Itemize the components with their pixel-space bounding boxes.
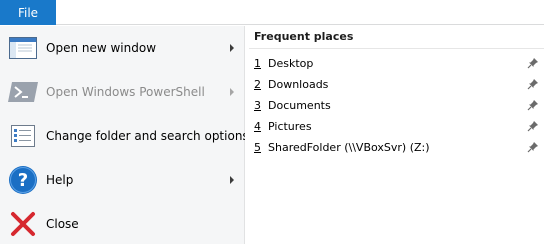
place-item-desktop[interactable]: 1 Desktop <box>249 53 544 74</box>
folder-options-label: Change folder and search options <box>46 129 249 143</box>
place-number: 3 <box>254 99 261 112</box>
submenu-arrow-icon <box>230 176 234 184</box>
help-icon: ? <box>7 164 39 196</box>
folder-options-item[interactable]: Change folder and search options <box>0 114 249 158</box>
open-new-window-label: Open new window <box>46 41 157 55</box>
open-powershell-label: Open Windows PowerShell <box>46 85 205 99</box>
place-item-documents[interactable]: 3 Documents <box>249 95 544 116</box>
ribbon-bar: File <box>0 0 544 26</box>
ribbon-divider <box>56 24 544 25</box>
close-item[interactable]: Close <box>0 202 244 246</box>
pin-icon[interactable] <box>527 78 539 90</box>
place-name: Documents <box>268 99 331 112</box>
folder-options-icon <box>7 120 39 152</box>
close-label: Close <box>46 217 79 231</box>
submenu-arrow-icon <box>230 44 234 52</box>
file-tab[interactable]: File <box>0 0 56 25</box>
open-new-window-item[interactable]: Open new window <box>0 26 244 70</box>
pin-icon[interactable] <box>527 141 539 153</box>
place-number: 1 <box>254 57 261 70</box>
frequent-places-pane: Frequent places 1 Desktop 2 Downloads 3 … <box>245 26 544 244</box>
place-name: Pictures <box>268 120 312 133</box>
close-icon <box>7 208 39 240</box>
place-number: 5 <box>254 141 261 154</box>
place-name: Desktop <box>268 57 314 70</box>
place-item-sharedfolder[interactable]: 5 SharedFolder (\\VBoxSvr) (Z:) <box>249 137 544 158</box>
pin-icon[interactable] <box>527 57 539 69</box>
place-number: 4 <box>254 120 261 133</box>
place-item-downloads[interactable]: 2 Downloads <box>249 74 544 95</box>
open-powershell-item[interactable]: Open Windows PowerShell <box>0 70 244 114</box>
place-name: Downloads <box>268 78 329 91</box>
help-label: Help <box>46 173 74 187</box>
pin-icon[interactable] <box>527 120 539 132</box>
frequent-places-header: Frequent places <box>254 30 354 43</box>
pin-icon[interactable] <box>527 99 539 111</box>
place-item-pictures[interactable]: 4 Pictures <box>249 116 544 137</box>
submenu-arrow-icon <box>230 88 234 96</box>
help-item[interactable]: ? Help <box>0 158 244 202</box>
frequent-places-divider <box>249 48 544 49</box>
place-name: SharedFolder (\\VBoxSvr) (Z:) <box>268 141 430 154</box>
place-number: 2 <box>254 78 261 91</box>
new-window-icon <box>7 32 39 64</box>
file-menu: Open new window Open Windows PowerShell <box>0 26 249 246</box>
svg-text:?: ? <box>18 170 28 191</box>
powershell-icon <box>7 76 39 108</box>
